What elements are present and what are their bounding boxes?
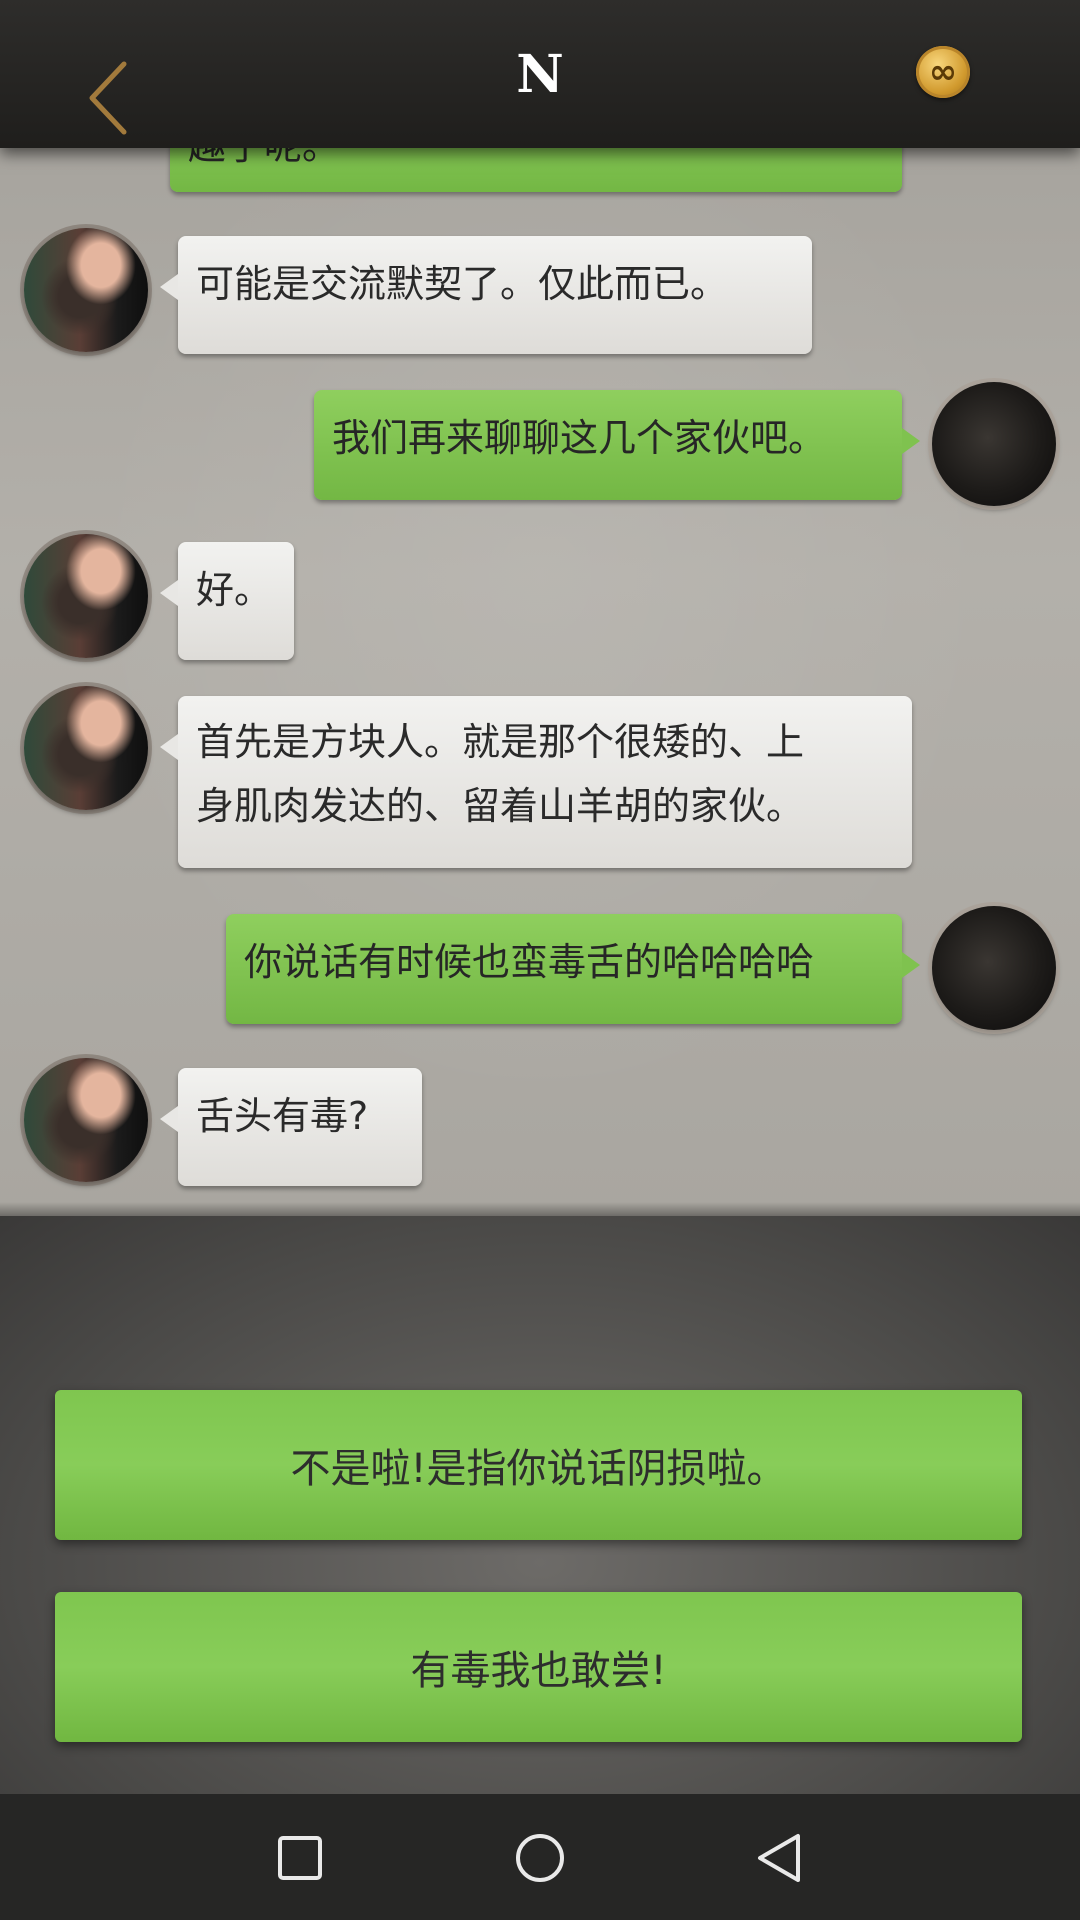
npc-avatar[interactable] [24, 686, 148, 810]
back-triangle-icon[interactable] [752, 1830, 808, 1886]
message-text: 舌头有毒? [196, 1094, 369, 1138]
player-avatar[interactable] [932, 382, 1056, 506]
npc-avatar[interactable] [24, 228, 148, 352]
chat-bubble-incoming: 首先是方块人。就是那个很矮的、上 身肌肉发达的、留着山羊胡的家伙。 [160, 696, 912, 868]
system-navigation-bar [0, 1794, 1080, 1920]
message-text: 好。 [196, 568, 273, 612]
reply-choices-panel: 不是啦!是指你说话阴损啦。 有毒我也敢尝! [0, 1216, 1080, 1794]
message-text: 可能是交流默契了。仅此而已。 [196, 262, 729, 306]
player-avatar[interactable] [932, 906, 1056, 1030]
home-circle-icon[interactable] [512, 1830, 568, 1886]
reply-choice-button-2[interactable]: 有毒我也敢尝! [55, 1592, 1022, 1742]
chat-bubble-outgoing: 我们再来聊聊这几个家伙吧。 [314, 390, 920, 500]
message-line: 身肌肉发达的、留着山羊胡的家伙。 [196, 784, 805, 828]
reply-choice-label: 有毒我也敢尝! [410, 1648, 667, 1694]
chat-bubble-incoming: 舌头有毒? [160, 1068, 422, 1186]
npc-avatar[interactable] [24, 1058, 148, 1182]
chat-bubble-outgoing: 趣了呢。 [170, 148, 902, 192]
top-bar: N ∞ [0, 0, 1080, 148]
reply-choice-button-1[interactable]: 不是啦!是指你说话阴损啦。 [55, 1390, 1022, 1540]
message-text: 我们再来聊聊这几个家伙吧。 [332, 416, 827, 460]
chat-bubble-incoming: 好。 [160, 542, 294, 660]
message-text: 你说话有时候也蛮毒舌的哈哈哈哈 [244, 940, 815, 984]
message-line: 首先是方块人。就是那个很矮的、上 [196, 720, 805, 764]
infinite-coin-icon[interactable]: ∞ [916, 46, 970, 98]
npc-avatar[interactable] [24, 534, 148, 658]
chat-bubble-outgoing: 你说话有时候也蛮毒舌的哈哈哈哈 [226, 914, 920, 1024]
message-text: 趣了呢。 [188, 148, 340, 168]
recent-apps-square-icon[interactable] [272, 1830, 328, 1886]
chat-bubble-incoming: 可能是交流默契了。仅此而已。 [160, 236, 812, 354]
reply-choice-label: 不是啦!是指你说话阴损啦。 [290, 1446, 787, 1492]
chat-area[interactable]: 趣了呢。 可能是交流默契了。仅此而已。 我们再来聊聊这几个家伙吧。 好。 首先是… [0, 148, 1080, 1216]
